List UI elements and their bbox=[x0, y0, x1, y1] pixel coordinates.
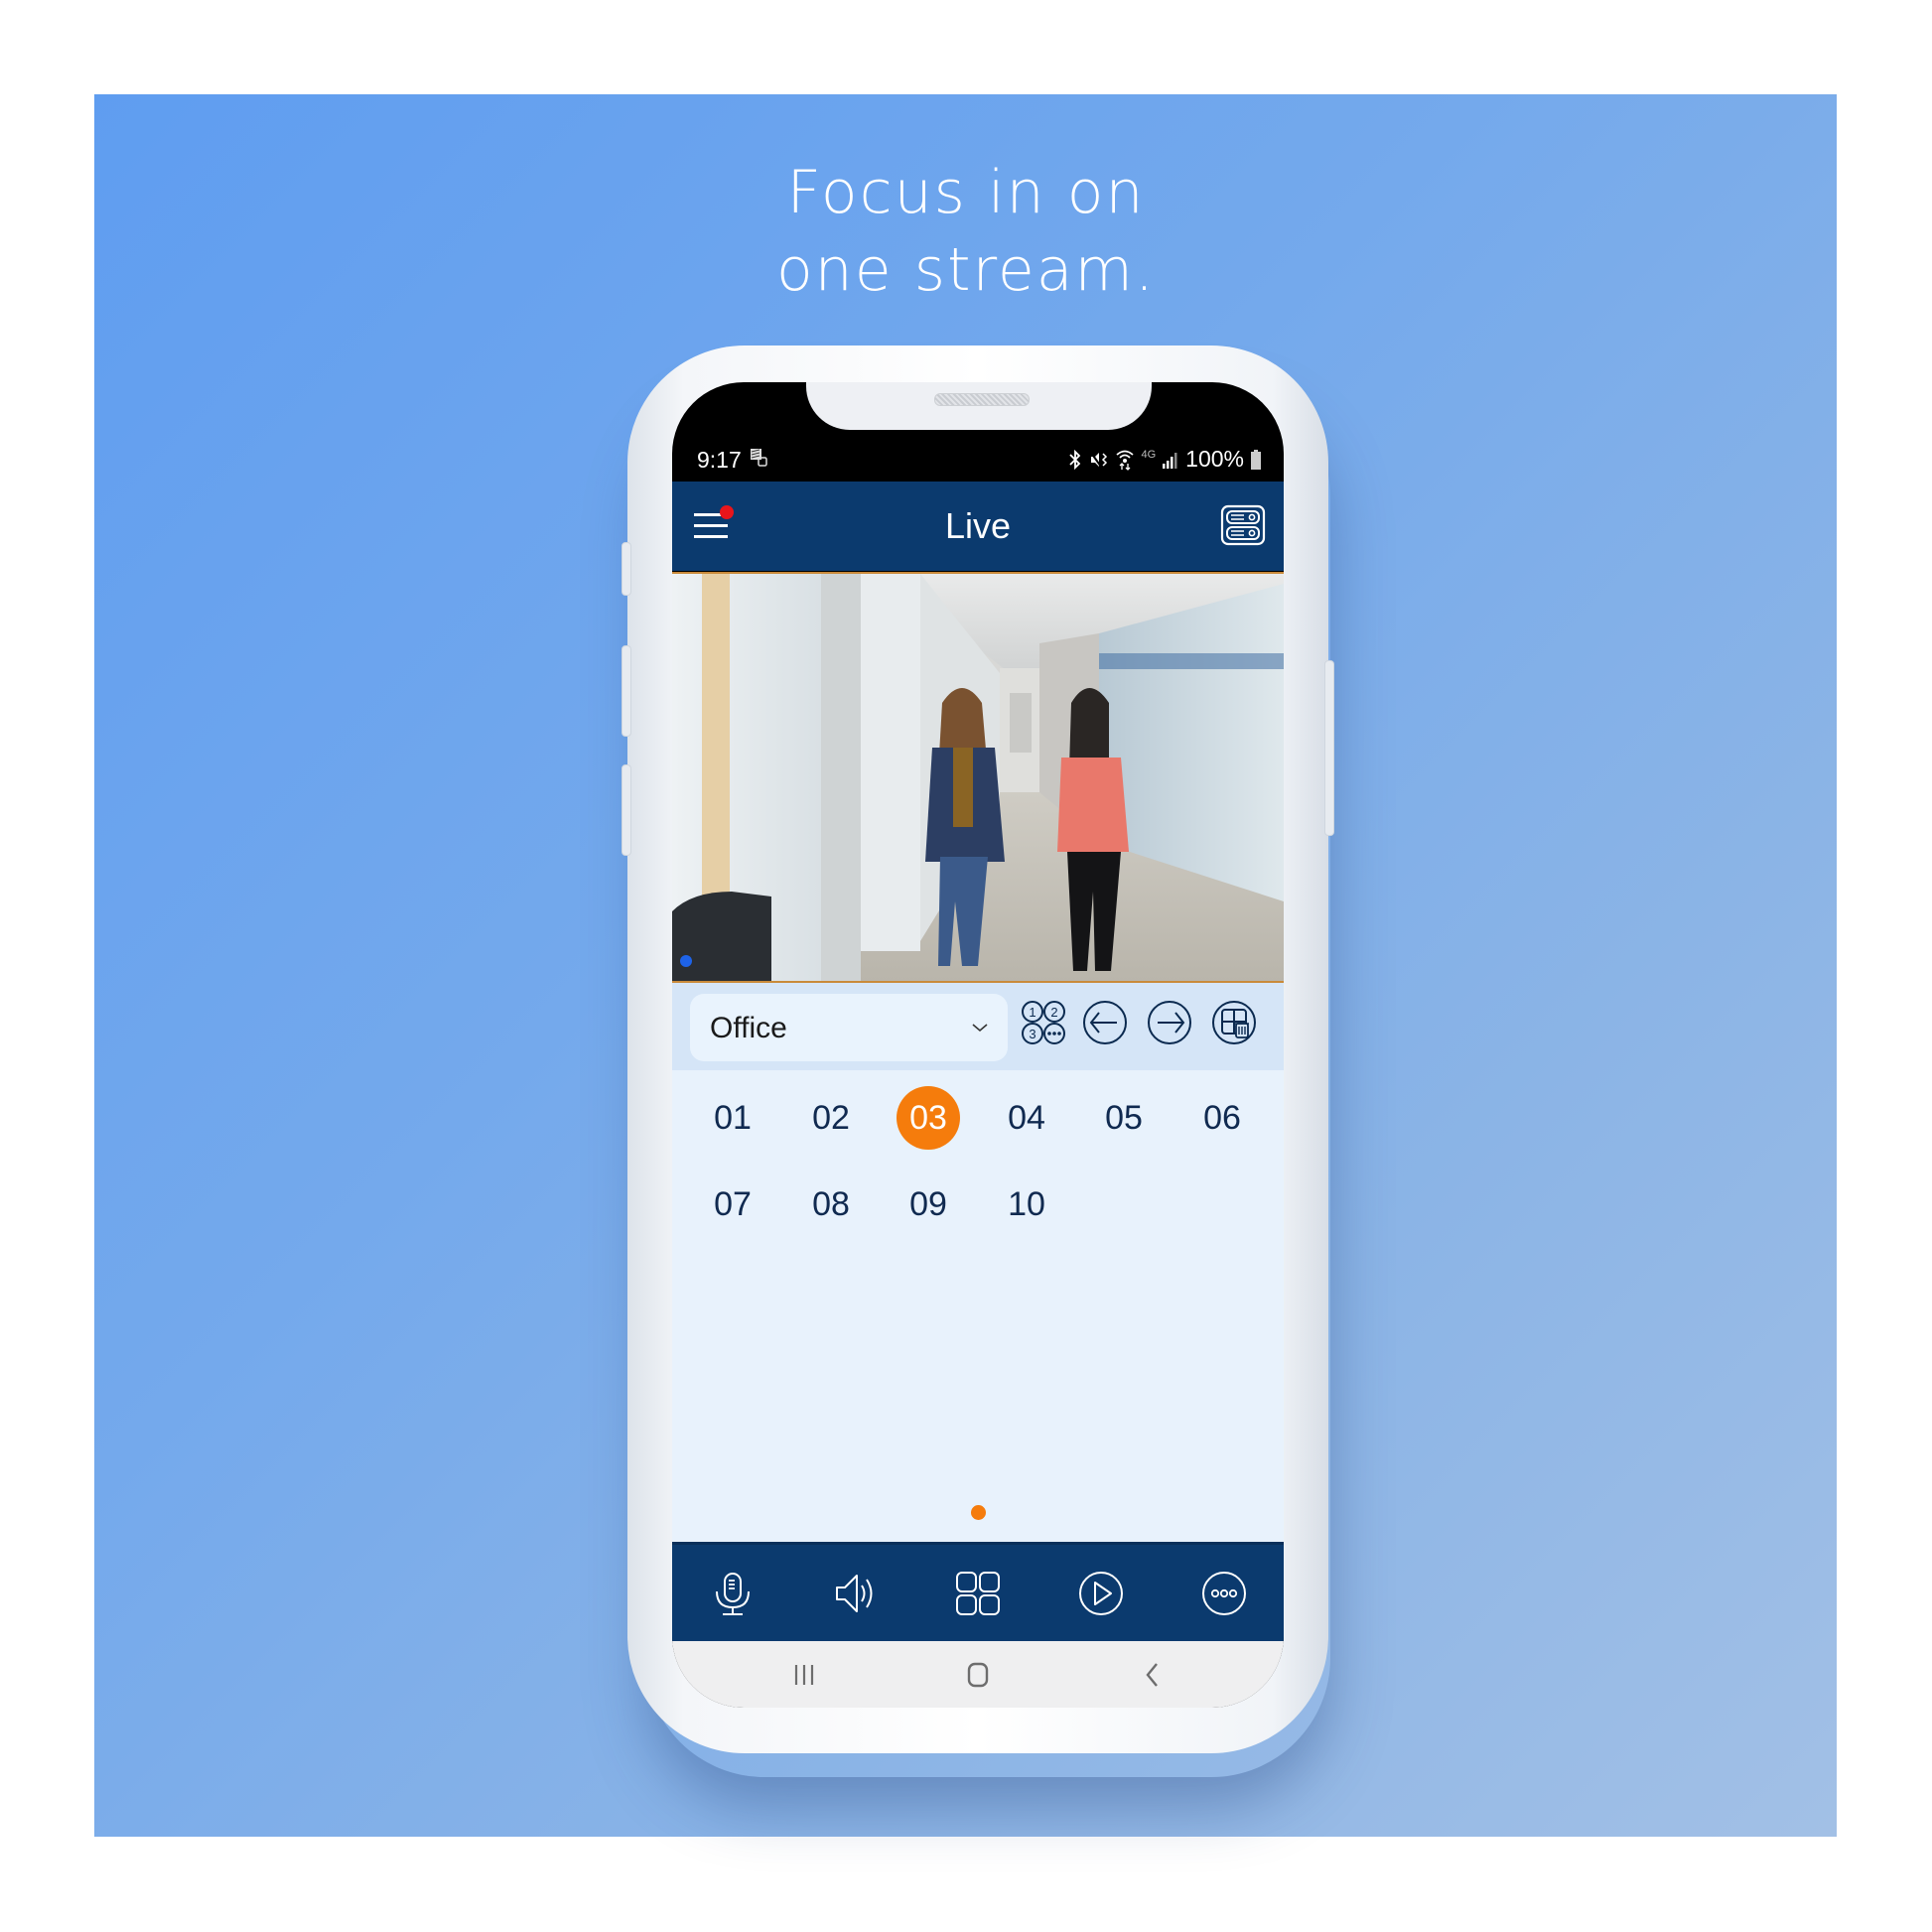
channel-number-icon[interactable]: 1 2 3 bbox=[1020, 999, 1067, 1046]
grid-layout-icon[interactable] bbox=[954, 1570, 1002, 1617]
phone-volume-down-button bbox=[621, 764, 631, 856]
previous-arrow-icon[interactable] bbox=[1081, 999, 1129, 1046]
channel-button-03[interactable]: 03 bbox=[897, 1086, 960, 1150]
more-icon[interactable] bbox=[1200, 1570, 1248, 1617]
controls-row: Office 1 2 3 bbox=[672, 983, 1284, 1070]
channel-button-07[interactable]: 07 bbox=[701, 1173, 764, 1236]
bluetooth-icon bbox=[1069, 449, 1081, 470]
channel-button-08[interactable]: 08 bbox=[799, 1173, 863, 1236]
bottom-toolbar bbox=[672, 1542, 1284, 1641]
headline-line-2: one stream. bbox=[775, 235, 1157, 305]
page-title: Live bbox=[944, 505, 1012, 546]
channel-grid: 01 02 03 04 05 06 07 08 09 10 bbox=[672, 1070, 1284, 1542]
phone-volume-up-button bbox=[621, 645, 631, 737]
channel-button-04[interactable]: 04 bbox=[995, 1086, 1058, 1150]
screenshot-notification-icon bbox=[751, 449, 767, 467]
headline-line-1: Focus in on bbox=[786, 158, 1146, 227]
app-bar: Live bbox=[672, 482, 1284, 571]
svg-text:3: 3 bbox=[1029, 1027, 1035, 1041]
microphone-icon[interactable] bbox=[709, 1570, 757, 1617]
network-type-label: 4G bbox=[1141, 448, 1157, 461]
page-indicator-dot[interactable] bbox=[971, 1505, 986, 1520]
next-arrow-icon[interactable] bbox=[1146, 999, 1193, 1046]
channel-button-01[interactable]: 01 bbox=[701, 1086, 764, 1150]
system-nav-bar bbox=[672, 1641, 1284, 1708]
battery-percentage: 100% bbox=[1185, 446, 1244, 472]
channel-button-02[interactable]: 02 bbox=[799, 1086, 863, 1150]
delete-layout-icon[interactable] bbox=[1210, 999, 1258, 1046]
status-right: 4G 100% bbox=[1067, 446, 1262, 473]
channel-button-10[interactable]: 10 bbox=[995, 1173, 1058, 1236]
back-icon[interactable] bbox=[1137, 1661, 1167, 1689]
status-time: 9:17 bbox=[697, 447, 742, 473]
playback-icon[interactable] bbox=[1077, 1570, 1125, 1617]
live-video-feed[interactable] bbox=[672, 572, 1284, 983]
channel-button-06[interactable]: 06 bbox=[1190, 1086, 1254, 1150]
channel-button-05[interactable]: 05 bbox=[1092, 1086, 1156, 1150]
recent-apps-icon[interactable] bbox=[789, 1661, 819, 1689]
phone-side-button bbox=[621, 542, 631, 596]
channel-button-09[interactable]: 09 bbox=[897, 1173, 960, 1236]
home-icon[interactable] bbox=[963, 1661, 993, 1689]
group-select[interactable]: Office bbox=[690, 994, 1008, 1061]
svg-text:2: 2 bbox=[1050, 1005, 1057, 1020]
group-select-value: Office bbox=[710, 1012, 787, 1044]
vibrate-mute-icon bbox=[1090, 451, 1108, 468]
speaker-icon[interactable] bbox=[831, 1570, 879, 1617]
battery-icon bbox=[1251, 449, 1261, 470]
signal-icon bbox=[1163, 452, 1177, 469]
phone-power-button bbox=[1324, 660, 1334, 836]
status-bar: 9:17 4G 100% bbox=[672, 437, 1284, 482]
device-list-icon[interactable] bbox=[1220, 504, 1266, 546]
notch bbox=[806, 382, 1152, 430]
camera-image bbox=[672, 574, 1284, 981]
svg-text:1: 1 bbox=[1029, 1005, 1035, 1020]
chevron-down-icon bbox=[972, 1024, 988, 1033]
earpiece-speaker bbox=[934, 393, 1030, 406]
phone-screen: 9:17 4G 100% Live Office 1 2 3 01 02 03 … bbox=[672, 382, 1284, 1708]
wifi-icon bbox=[1116, 450, 1135, 471]
